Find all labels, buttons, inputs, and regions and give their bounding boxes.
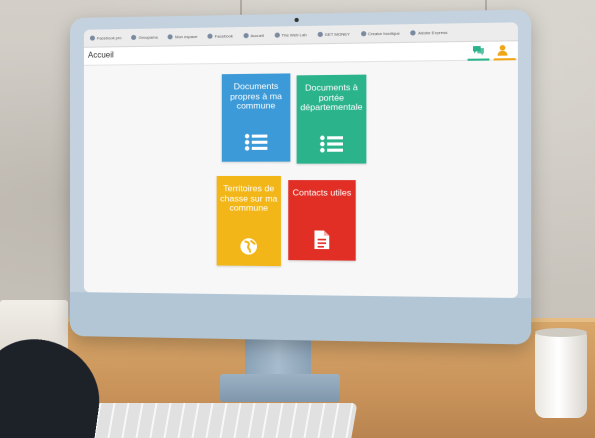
bookmark-label: Facebook pro [96,35,122,41]
page-title: Accueil [87,50,114,60]
tile-label: Documents propres à ma commune [230,80,283,111]
mug-rim [535,328,587,337]
bookmark[interactable]: Facebook pro [89,35,122,41]
bookmark-label: Mon espace [175,33,198,40]
bookmark-label: Creator boutique [367,30,400,37]
bookmark-label: Accueil [250,32,264,39]
tile-documents-departementale[interactable]: Documents à portée départementale [296,74,367,164]
monitor-chin [70,292,532,345]
bookmark[interactable]: Adobe Express [410,29,448,36]
bookmark-icon [167,34,174,40]
list-icon [320,135,343,153]
tile-label: Contacts utiles [292,187,352,198]
bookmark[interactable]: Accueil [243,32,264,39]
tile-label: Documents à portée départementale [300,81,363,113]
bookmark-icon [360,31,366,37]
screen: Facebook pro Groupama Mon espace Faceboo… [83,22,518,299]
bookmark-icon [243,33,249,39]
bookmark[interactable]: Creator boutique [360,30,400,37]
list-icon [244,133,268,151]
camera [294,17,299,23]
bookmark[interactable]: Mon espace [167,33,198,40]
bookmark-icon [89,35,95,41]
bookmark-icon [410,30,416,36]
bookmark-label: The Web Lab [281,32,307,38]
bookmark-icon [207,33,213,39]
chat-icon[interactable] [472,45,485,56]
keyboard [80,403,358,438]
tile-label: Territoires de chasse sur ma commune [220,183,278,213]
tile-contacts-utiles[interactable]: Contacts utiles [288,180,356,261]
bookmark[interactable]: The Web Lab [274,32,307,38]
monitor: Facebook pro Groupama Mon espace Faceboo… [70,9,532,345]
monitor-stand-foot [220,374,340,402]
bookmark[interactable]: Groupama [131,34,158,41]
bookmark-icon [317,31,323,38]
tile-documents-commune[interactable]: Documents propres à ma commune [221,73,291,162]
bookmark-label: Groupama [138,34,158,40]
bookmark-label: Facebook [214,33,233,39]
tile-territoires-chasse[interactable]: Territoires de chasse sur ma commune [216,175,281,267]
user-icon[interactable] [496,43,509,56]
bookmark-icon [131,34,137,41]
mug [535,332,587,418]
bookmark-icon [274,32,280,38]
bookmark-label: GET MONEY [324,31,350,37]
bookmark-label: Adobe Express [418,29,448,36]
dashboard: Documents propres à ma commune Documents… [83,60,518,299]
bookmark[interactable]: Facebook [207,33,233,39]
document-icon [314,230,330,250]
globe-icon [240,237,258,256]
bookmark[interactable]: GET MONEY [317,31,350,38]
